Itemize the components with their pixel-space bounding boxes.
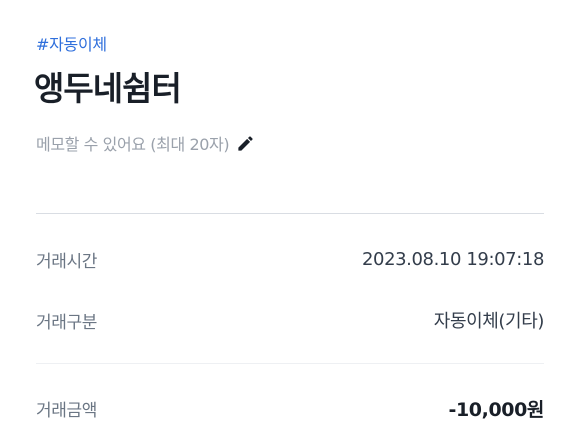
section-divider: [36, 213, 544, 214]
memo-placeholder: 메모할 수 있어요 (최대 20자): [36, 135, 230, 154]
detail-row-amount: 거래금액 -10,000원: [36, 395, 544, 421]
amount-value: -10,000원: [448, 398, 545, 421]
detail-row-type: 거래구분 자동이체(기타): [36, 307, 544, 333]
amount-divider: [36, 363, 544, 364]
page-title: 앵두네쉼터: [34, 69, 182, 108]
detail-label: 거래시간: [36, 251, 97, 272]
detail-label: 거래금액: [36, 400, 97, 421]
detail-row-time: 거래시간 2023.08.10 19:07:18: [36, 246, 544, 272]
detail-label: 거래구분: [36, 312, 97, 333]
detail-value: 2023.08.10 19:07:18: [361, 248, 544, 270]
detail-value: 자동이체(기타): [433, 311, 545, 332]
pencil-icon[interactable]: [236, 134, 255, 153]
memo-field[interactable]: 메모할 수 있어요 (최대 20자): [36, 131, 255, 155]
category-tag[interactable]: #자동이체: [36, 31, 107, 55]
